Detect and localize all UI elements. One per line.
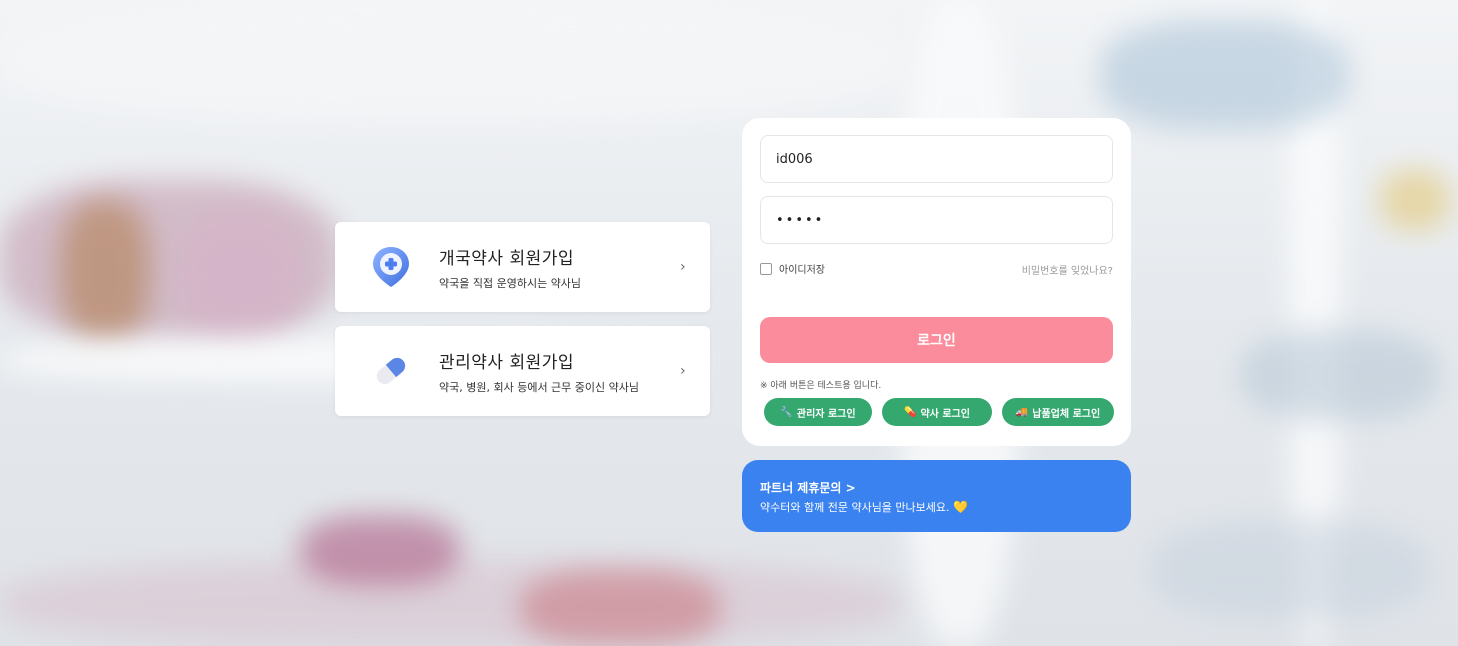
pharmacist-login-button[interactable]: 💊 약사 로그인 — [882, 398, 992, 426]
pill-icon: 💊 — [904, 406, 917, 418]
partner-inquiry-banner[interactable]: 파트너 제휴문의 > 약수터와 함께 전문 약사님을 만나보세요. 💛 — [742, 460, 1131, 532]
heart-icon: 💛 — [953, 500, 968, 514]
card-title: 관리약사 회원가입 — [439, 352, 575, 373]
admin-login-label: 관리자 로그인 — [796, 408, 856, 420]
manager-pharmacist-signup-card[interactable]: 관리약사 회원가입 약국, 병원, 회사 등에서 근무 중이신 약사님 › — [335, 326, 710, 416]
password-input[interactable] — [760, 196, 1113, 244]
id-input[interactable] — [760, 135, 1113, 183]
supplier-login-button[interactable]: 🚚 납품업체 로그인 — [1002, 398, 1114, 426]
chevron-right-icon: › — [680, 259, 686, 275]
partner-title: 파트너 제휴문의 > — [760, 481, 856, 495]
partner-subtitle: 약수터와 함께 전문 약사님을 만나보세요. — [760, 501, 950, 514]
login-button[interactable]: 로그인 — [760, 317, 1113, 363]
owner-pharmacist-signup-card[interactable]: 개국약사 회원가입 약국을 직접 운영하시는 약사님 › — [335, 222, 710, 312]
pharmacist-login-label: 약사 로그인 — [920, 408, 970, 420]
location-plus-icon — [367, 243, 415, 291]
remember-id-checkbox[interactable]: 아이디저장 — [760, 261, 825, 276]
partner-subtitle-row: 약수터와 함께 전문 약사님을 만나보세요. 💛 — [760, 499, 1131, 515]
truck-icon: 🚚 — [1015, 406, 1029, 418]
wrench-icon: 🔧 — [780, 406, 793, 418]
card-subtitle: 약국, 병원, 회사 등에서 근무 중이신 약사님 — [439, 380, 640, 394]
test-note: ※ 아래 버튼은 테스트용 입니다. — [760, 381, 882, 391]
capsule-icon — [367, 347, 415, 395]
remember-id-label: 아이디저장 — [779, 265, 825, 276]
checkbox-icon[interactable] — [760, 262, 772, 275]
login-panel: 아이디저장 비밀번호를 잊었나요? 로그인 ※ 아래 버튼은 테스트용 입니다.… — [742, 118, 1131, 446]
card-subtitle: 약국을 직접 운영하시는 약사님 — [439, 276, 582, 290]
admin-login-button[interactable]: 🔧 관리자 로그인 — [764, 398, 872, 426]
chevron-right-icon: › — [680, 363, 686, 379]
supplier-login-label: 납품업체 로그인 — [1032, 408, 1101, 420]
pharmacy-background — [0, 0, 1458, 646]
test-login-buttons: 🔧 관리자 로그인 💊 약사 로그인 🚚 납품업체 로그인 — [764, 398, 1114, 426]
forgot-password-link[interactable]: 비밀번호를 잊었나요? — [1022, 262, 1113, 277]
card-title: 개국약사 회원가입 — [439, 248, 575, 269]
